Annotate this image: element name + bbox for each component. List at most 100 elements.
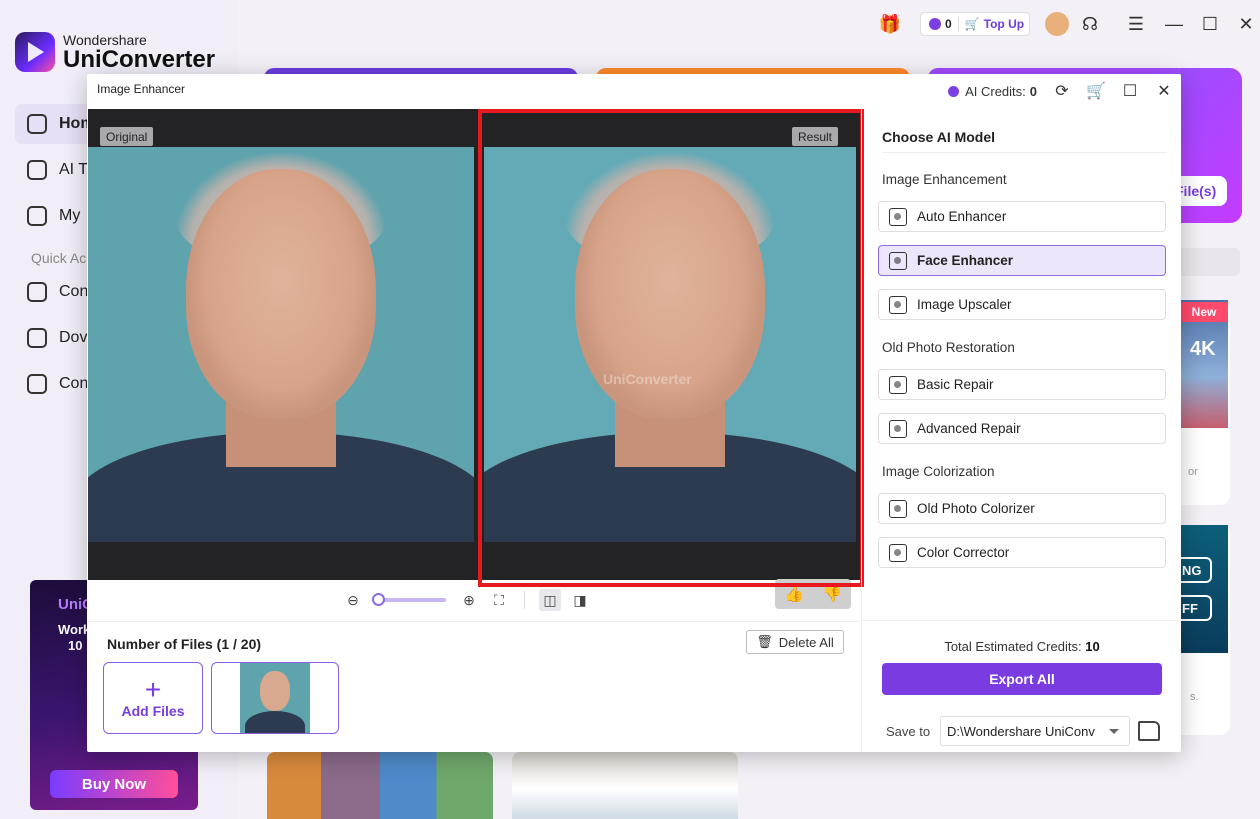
gift-icon[interactable]: 🎁 bbox=[878, 12, 902, 36]
zoom-toolbar: ⊖ ⊕ ⛶ ◫ ◨ bbox=[342, 588, 591, 612]
zoom-in-icon[interactable]: ⊕ bbox=[458, 589, 480, 611]
cart-icon[interactable]: 🛒 bbox=[1079, 74, 1113, 108]
model-label: Advanced Repair bbox=[917, 421, 1021, 436]
chevron-down-icon bbox=[1109, 729, 1119, 734]
promo-line: Work bbox=[58, 622, 91, 637]
dialog-header-actions: AI Credits: 0 ⟳ 🛒 ☐ ✕ bbox=[948, 74, 1181, 108]
downloader-icon bbox=[27, 328, 47, 348]
promo-line: 10 bbox=[68, 638, 83, 653]
estimated-credits: Total Estimated Credits: 10 bbox=[862, 639, 1182, 654]
bg-feature-card: File(s) bbox=[1175, 68, 1242, 223]
save-path-select[interactable]: D:\Wondershare UniConv bbox=[940, 716, 1130, 746]
model-label: Basic Repair bbox=[917, 377, 994, 392]
ai-model-panel: Choose AI Model Image Enhancement Auto E… bbox=[861, 109, 1182, 752]
plus-icon: + bbox=[144, 674, 162, 705]
bg-thumbnail-strip[interactable] bbox=[267, 752, 493, 819]
model-face-enhancer[interactable]: Face Enhancer bbox=[878, 245, 1166, 276]
image-enhancer-dialog: Image Enhancer AI Credits: 0 ⟳ 🛒 ☐ ✕ Uni… bbox=[87, 74, 1182, 752]
maximize-icon[interactable]: ☐ bbox=[1198, 12, 1222, 36]
side-by-side-view-icon[interactable]: ◫ bbox=[539, 589, 561, 611]
model-old-photo-colorizer[interactable]: Old Photo Colorizer bbox=[878, 493, 1166, 524]
bg-search-bar bbox=[1180, 248, 1240, 276]
avatar[interactable] bbox=[1045, 12, 1069, 36]
card-text: s. bbox=[1190, 691, 1199, 703]
close-icon[interactable]: ✕ bbox=[1234, 12, 1258, 36]
buy-now-button[interactable]: Buy Now bbox=[50, 770, 178, 798]
card-text: or bbox=[1188, 466, 1198, 478]
result-tag: Result bbox=[792, 127, 839, 146]
original-image bbox=[88, 147, 474, 542]
watermark: UniConverter bbox=[603, 371, 692, 387]
top-bar: 🎁 ☊ ☰ — ☐ ✕ bbox=[238, 0, 1260, 50]
zoom-out-icon[interactable]: ⊖ bbox=[342, 589, 364, 611]
split-view-icon[interactable]: ◨ bbox=[569, 589, 591, 611]
model-basic-repair[interactable]: Basic Repair bbox=[878, 369, 1166, 400]
model-label: Color Corrector bbox=[917, 545, 1010, 560]
uniconverter-logo-icon bbox=[15, 32, 55, 72]
export-section: Total Estimated Credits: 10 Export All S… bbox=[862, 620, 1182, 752]
export-all-button[interactable]: Export All bbox=[882, 663, 1162, 695]
face-enhancer-icon bbox=[889, 251, 907, 270]
save-to-label: Save to bbox=[886, 724, 931, 739]
coin-icon bbox=[948, 85, 960, 97]
top-up-label: Top Up bbox=[983, 17, 1025, 31]
bg-card-4k[interactable]: New 4K or bbox=[1180, 300, 1230, 505]
add-files-partial[interactable]: File(s) bbox=[1175, 176, 1227, 206]
auto-enhancer-icon bbox=[889, 207, 907, 226]
bg-thumbnail-strip[interactable] bbox=[512, 752, 738, 819]
estimated-credits-value: 10 bbox=[1085, 639, 1100, 654]
headset-icon[interactable]: ☊ bbox=[1078, 12, 1102, 36]
panel-title: Choose AI Model bbox=[882, 129, 996, 145]
quick-item-label: Dov bbox=[59, 329, 88, 346]
menu-icon[interactable]: ☰ bbox=[1124, 12, 1148, 36]
quick-access-label: Quick Ac bbox=[31, 250, 87, 266]
quick-item-label: Con bbox=[59, 283, 89, 300]
cart-icon: 🛒 bbox=[964, 17, 980, 31]
thumbs-down-icon[interactable]: 👎 bbox=[813, 579, 851, 609]
minimize-icon[interactable]: — bbox=[1162, 12, 1186, 36]
ai-credits: AI Credits: 0 bbox=[948, 84, 1037, 99]
zoom-slider[interactable] bbox=[372, 593, 446, 606]
maximize-icon[interactable]: ☐ bbox=[1113, 74, 1147, 108]
bg-card-converter[interactable]: NG FF s. bbox=[1180, 525, 1230, 735]
badge-ng: NG bbox=[1180, 557, 1212, 583]
preview-area: UniConverter Original Result 👍 👎 bbox=[88, 109, 860, 609]
fit-screen-icon[interactable]: ⛶ bbox=[488, 589, 510, 611]
refresh-icon[interactable]: ⟳ bbox=[1045, 74, 1079, 108]
my-files-icon bbox=[27, 206, 47, 226]
ai-tools-icon bbox=[27, 160, 47, 180]
color-corrector-icon bbox=[889, 543, 907, 562]
credit-count: 0 bbox=[945, 17, 952, 31]
delete-all-button[interactable]: 🗑 Delete All bbox=[746, 630, 844, 654]
file-list-area: Number of Files (1 / 20) 🗑 Delete All + … bbox=[87, 621, 860, 752]
screen-icon bbox=[27, 374, 47, 394]
model-auto-enhancer[interactable]: Auto Enhancer bbox=[878, 201, 1166, 232]
feedback-buttons: 👍 👎 bbox=[775, 579, 851, 609]
advanced-repair-icon bbox=[889, 419, 907, 438]
section-old-photo-restoration: Old Photo Restoration bbox=[882, 340, 1015, 355]
credits-pill[interactable]: 0 🛒 Top Up bbox=[920, 12, 1030, 36]
zoom-slider-knob[interactable] bbox=[372, 593, 385, 606]
save-path-value: D:\Wondershare UniConv bbox=[947, 723, 1095, 739]
label-4k: 4K bbox=[1190, 338, 1216, 360]
dialog-title: Image Enhancer bbox=[97, 82, 186, 96]
estimated-credits-label: Total Estimated Credits: bbox=[944, 639, 1082, 654]
result-image bbox=[484, 147, 856, 542]
section-image-enhancement: Image Enhancement bbox=[882, 172, 1007, 187]
model-color-corrector[interactable]: Color Corrector bbox=[878, 537, 1166, 568]
badge-ff: FF bbox=[1180, 595, 1212, 621]
app-logo: Wondershare UniConverter bbox=[15, 32, 215, 72]
delete-all-label: Delete All bbox=[778, 634, 834, 650]
home-icon bbox=[27, 114, 47, 134]
model-image-upscaler[interactable]: Image Upscaler bbox=[878, 289, 1166, 320]
file-thumbnail[interactable] bbox=[211, 662, 339, 734]
thumbs-up-icon[interactable]: 👍 bbox=[775, 579, 813, 609]
new-badge: New bbox=[1180, 302, 1228, 322]
converter-icon bbox=[27, 282, 47, 302]
model-advanced-repair[interactable]: Advanced Repair bbox=[878, 413, 1166, 444]
close-icon[interactable]: ✕ bbox=[1147, 74, 1181, 108]
coin-icon bbox=[929, 18, 941, 30]
basic-repair-icon bbox=[889, 375, 907, 394]
add-files-button[interactable]: + Add Files bbox=[103, 662, 203, 734]
folder-icon[interactable] bbox=[1138, 721, 1160, 741]
